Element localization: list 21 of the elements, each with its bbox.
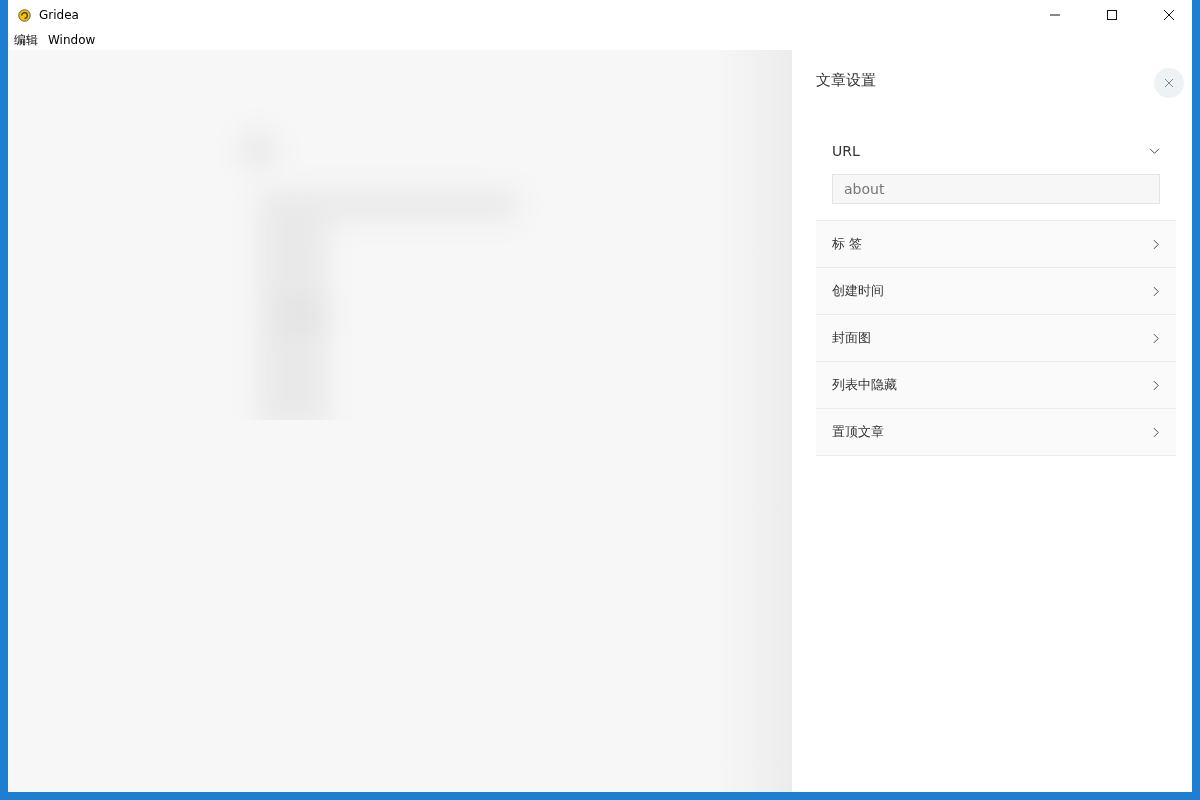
window-title: Gridea	[39, 8, 79, 22]
chevron-right-icon	[1153, 426, 1160, 438]
chevron-right-icon	[1153, 285, 1160, 297]
section-header[interactable]: URL	[816, 128, 1176, 174]
menu-item[interactable]: Window	[48, 33, 96, 47]
url-field[interactable]: about	[832, 174, 1160, 204]
close-icon	[1164, 78, 1174, 88]
chevron-right-icon	[1153, 332, 1160, 344]
app-logo-icon	[18, 8, 31, 22]
close-icon[interactable]	[1163, 9, 1175, 21]
menu-item[interactable]: 编辑	[14, 31, 38, 49]
maximize-icon[interactable]	[1106, 9, 1118, 21]
section-header[interactable]: 封面图	[816, 315, 1176, 361]
section-header[interactable]: 列表中隐藏	[816, 362, 1176, 408]
chevron-right-icon	[1153, 379, 1160, 391]
section-header[interactable]: 置顶文章	[816, 409, 1176, 455]
chevron-right-icon	[1153, 238, 1160, 250]
section-header[interactable]: 标 签	[816, 221, 1176, 267]
drawer-title: 文章设置	[816, 70, 876, 90]
chevron-down-icon	[1149, 147, 1160, 155]
section-header[interactable]: 创建时间	[816, 268, 1176, 314]
